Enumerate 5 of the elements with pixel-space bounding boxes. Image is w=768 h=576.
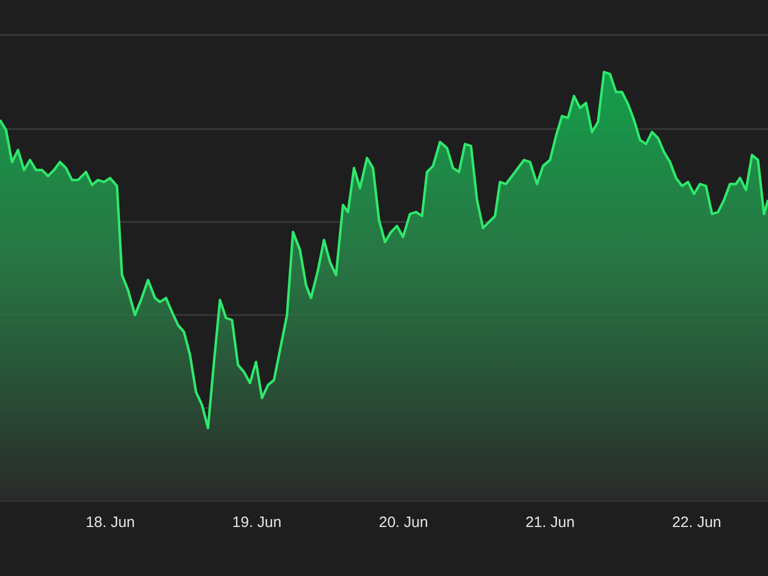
x-axis-label: 19. Jun [231,514,282,531]
x-axis-label: 21. Jun [524,514,576,531]
x-axis-label: 18. Jun [84,514,136,531]
x-axis-label: 22. Jun [671,514,722,531]
x-axis-label: 20. Jun [378,514,430,531]
